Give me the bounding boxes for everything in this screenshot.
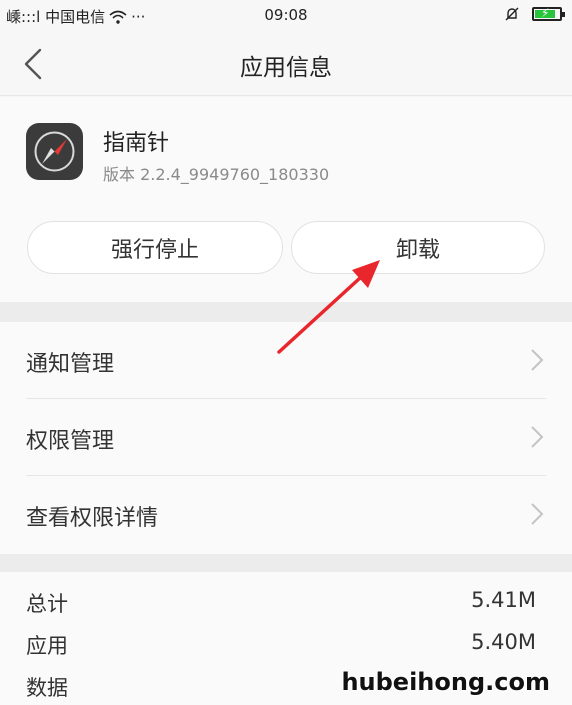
bell-muted-icon [505, 7, 519, 21]
title-bar: 应用信息 [0, 32, 572, 96]
charging-icon: ⚡ [541, 6, 550, 20]
app-icon [26, 123, 83, 180]
storage-row-total: 总计 5.41M [0, 582, 572, 622]
menu-item-notification-management[interactable]: 通知管理 [0, 322, 572, 399]
storage-label: 总计 [26, 592, 68, 616]
compass-icon [34, 131, 75, 172]
menu-item-label: 查看权限详情 [26, 506, 159, 531]
menu-item-label: 通知管理 [26, 352, 115, 377]
page-title: 应用信息 [240, 55, 332, 81]
chevron-right-icon [531, 426, 544, 448]
section-divider [0, 554, 572, 572]
battery-icon: ⚡ [532, 6, 565, 21]
watermark: hubeihong.com [341, 668, 550, 696]
app-info-card: 指南针 版本 2.2.4_9949760_180330 强行停止 卸载 [0, 97, 572, 302]
storage-label: 应用 [26, 634, 68, 658]
menu-item-permission-management[interactable]: 权限管理 [0, 399, 572, 476]
storage-label: 数据 [26, 676, 68, 700]
chevron-right-icon [531, 349, 544, 371]
force-stop-button[interactable]: 强行停止 [27, 221, 283, 274]
section-divider [0, 302, 572, 322]
status-bar: 嵊:::l 中国电信 ··· 09:08 ⚡ [0, 0, 572, 32]
menu-item-permission-details[interactable]: 查看权限详情 [0, 476, 572, 553]
chevron-right-icon [531, 503, 544, 525]
storage-row-app: 应用 5.40M [0, 624, 572, 664]
menu-item-label: 权限管理 [26, 429, 115, 454]
uninstall-button[interactable]: 卸载 [291, 221, 545, 274]
status-time: 09:08 [264, 6, 308, 24]
storage-value: 5.41M [471, 588, 536, 612]
settings-menu: 通知管理 权限管理 查看权限详情 [0, 322, 572, 554]
storage-value: 5.40M [471, 630, 536, 654]
app-version: 版本 2.2.4_9949760_180330 [103, 165, 330, 184]
app-name: 指南针 [103, 131, 170, 156]
status-right: ⚡ [504, 6, 565, 22]
